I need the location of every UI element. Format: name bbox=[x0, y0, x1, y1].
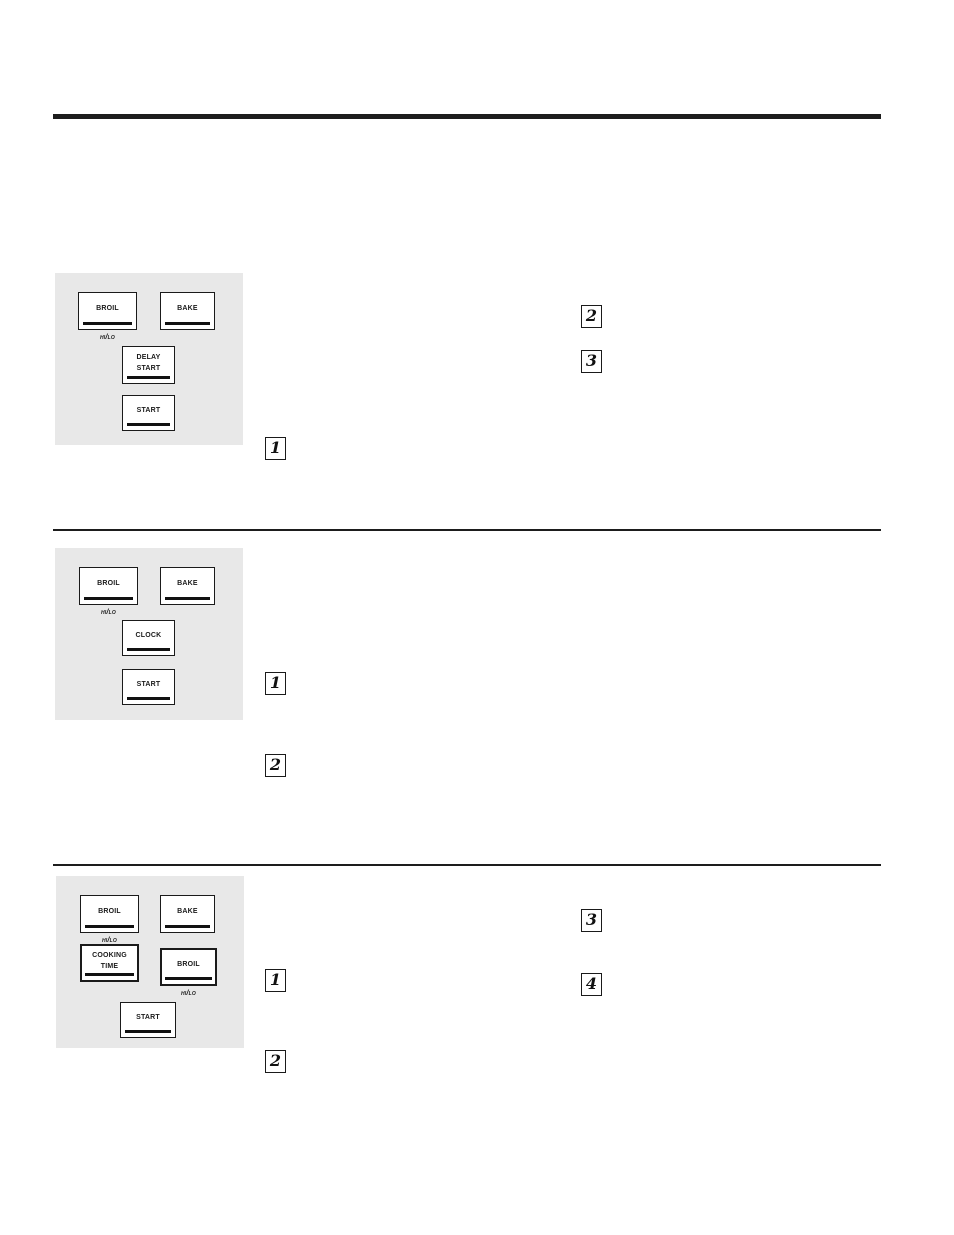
broil-hilo-key-label: Broil bbox=[177, 957, 200, 970]
bake-key[interactable]: Bake bbox=[160, 895, 215, 933]
cooking-time-key[interactable]: Cooking Time bbox=[80, 944, 139, 982]
clock-key[interactable]: Clock bbox=[122, 620, 175, 656]
bake-key-label: Bake bbox=[177, 904, 198, 917]
cooking-time-key-label: Cooking Time bbox=[92, 947, 127, 971]
step-marker-3: 3 bbox=[581, 350, 602, 373]
control-panel-cooking-time: Broil Hi/Lo Bake Cooking Time Broil Hi/L… bbox=[56, 876, 244, 1048]
start-key-label: Start bbox=[136, 677, 161, 690]
broil-key[interactable]: Broil bbox=[80, 895, 139, 933]
broil-key-sublabel: Hi/Lo bbox=[100, 607, 117, 616]
broil-key[interactable]: Broil bbox=[78, 292, 137, 330]
broil-key-sublabel: Hi/Lo bbox=[99, 332, 116, 341]
bake-key-label: Bake bbox=[177, 301, 198, 314]
bake-key[interactable]: Bake bbox=[160, 292, 215, 330]
delay-start-key-label: Delay Start bbox=[136, 349, 161, 373]
bake-key[interactable]: Bake bbox=[160, 567, 215, 605]
delay-start-key[interactable]: Delay Start bbox=[122, 346, 175, 384]
start-key-label: Start bbox=[136, 403, 161, 416]
control-panel-clock: Broil Hi/Lo Bake Clock Start bbox=[55, 548, 243, 720]
broil-key[interactable]: Broil bbox=[79, 567, 138, 605]
header-rule bbox=[53, 114, 881, 119]
broil-hilo-key[interactable]: Broil bbox=[160, 948, 217, 986]
broil-key-label: Broil bbox=[96, 301, 119, 314]
step-marker-2: 2 bbox=[265, 1050, 286, 1073]
start-key[interactable]: Start bbox=[122, 395, 175, 431]
broil-hilo-key-sublabel: Hi/Lo bbox=[180, 988, 197, 997]
manual-page: Broil Hi/Lo Bake Delay Start Start 1 2 3 bbox=[0, 0, 954, 1235]
section-divider-1 bbox=[53, 529, 881, 531]
broil-key-label: Broil bbox=[98, 904, 121, 917]
broil-key-label: Broil bbox=[97, 576, 120, 589]
step-marker-1: 1 bbox=[265, 672, 286, 695]
step-marker-1: 1 bbox=[265, 969, 286, 992]
step-marker-2: 2 bbox=[265, 754, 286, 777]
control-panel-delay-start: Broil Hi/Lo Bake Delay Start Start bbox=[55, 273, 243, 445]
start-key-label: Start bbox=[136, 1010, 160, 1023]
start-key[interactable]: Start bbox=[120, 1002, 176, 1038]
bake-key-label: Bake bbox=[177, 576, 198, 589]
broil-key-sublabel: Hi/Lo bbox=[101, 935, 118, 944]
clock-key-label: Clock bbox=[135, 628, 162, 641]
step-marker-2: 2 bbox=[581, 305, 602, 328]
step-marker-1: 1 bbox=[265, 437, 286, 460]
step-marker-3: 3 bbox=[581, 909, 602, 932]
start-key[interactable]: Start bbox=[122, 669, 175, 705]
step-marker-4: 4 bbox=[581, 973, 602, 996]
section-divider-2 bbox=[53, 864, 881, 866]
